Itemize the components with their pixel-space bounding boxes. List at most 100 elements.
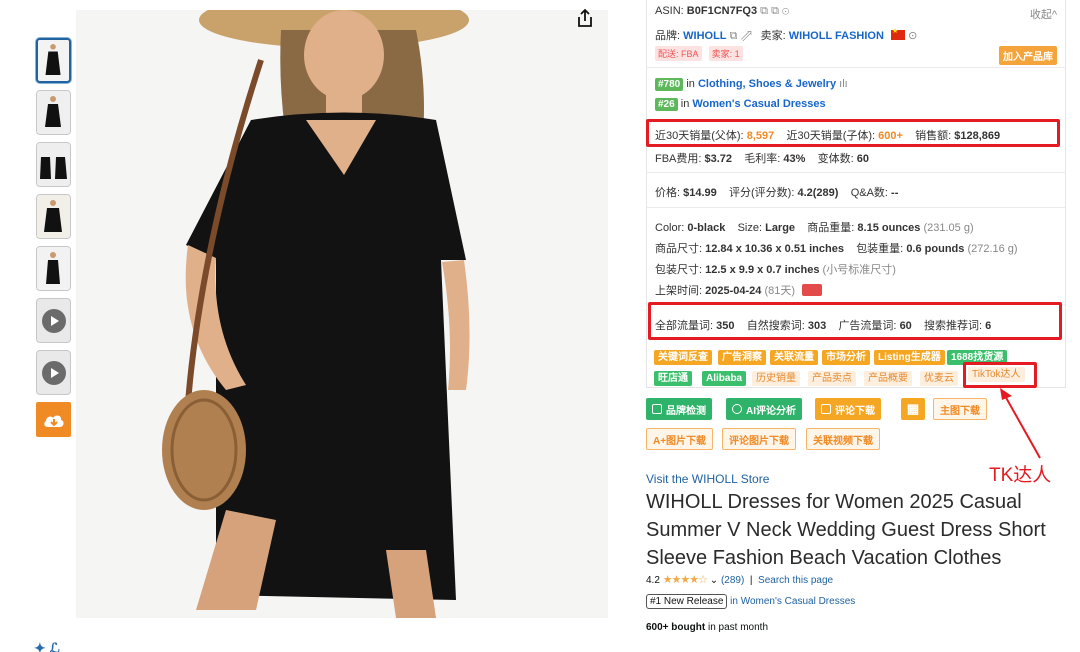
thumbnail-3[interactable] [36,142,71,187]
video-thumbnail-1[interactable] [36,298,71,343]
rating-divider: | [749,575,753,586]
new-release-row: #1 New Release in Women's Casual Dresses [646,594,855,609]
brand-row: 品牌: WIHOLL ⧉ ⇗ 卖家: WIHOLL FASHION ⊙ [655,27,917,43]
ad-insight-chip[interactable]: 广告洞察 [718,350,766,365]
asin-value[interactable]: B0F1CN7FQ3 [687,5,757,17]
play-icon [41,308,66,333]
rank-badge: #26 [655,98,678,111]
variant-row: Color: 0-black Size: Large 商品重量: 8.15 ou… [655,219,974,235]
review-image-download-button[interactable]: 评论图片下载 [722,428,796,450]
pkg-dims-value: 12.5 x 9.9 x 0.7 inches [705,264,820,276]
bottom-logo-fragment: ✦ ℒ [34,640,60,652]
rating-number: 4.2 [646,575,660,586]
size-label: Size: [737,222,763,234]
rank-badge: #780 [655,78,684,91]
main-image-download-button[interactable]: 主图下载 [933,398,987,420]
cloud-download-icon [43,415,64,427]
star-rating-icon[interactable]: ★★★★☆ [663,574,708,586]
rating-count-link[interactable]: (289) [721,575,744,586]
alibaba-chip[interactable]: Alibaba [702,371,747,386]
bar-chart-icon[interactable]: ılı [839,78,848,90]
new-release-badge[interactable]: #1 New Release [646,594,728,609]
collapse-toggle[interactable]: 收起^ [1030,6,1057,22]
divider [647,207,1065,208]
calculator-icon: ▦ [906,401,920,416]
asin-label: ASIN: [655,5,684,17]
asin-row: ASIN: B0F1CN7FQ3 ⧉ ⧉ ⊙ [655,5,789,18]
share-icon[interactable] [576,8,594,28]
pkg-weight-label: 包装重量: [856,243,904,255]
color-value: 0-black [687,222,726,234]
qa-value: -- [891,187,899,199]
aplus-image-download-button[interactable]: A+图片下载 [646,428,714,450]
bought-info: 600+ bought in past month [646,622,768,633]
dims-label: 商品尺寸: [655,243,703,255]
main-product-image[interactable] [76,10,608,618]
related-video-download-button[interactable]: 关联视频下载 [806,428,880,450]
calculator-button[interactable]: ▦ [901,398,925,420]
price-label: 价格: [655,187,681,199]
bought-count: 600+ bought [646,622,706,633]
margin-label: 毛利率: [744,153,781,165]
brand-link[interactable]: WIHOLL [683,30,726,42]
margin-value: 43% [783,153,806,165]
listed-row: 上架时间: 2025-04-24 (81天) [655,282,823,298]
product-overview-chip[interactable]: 产品概要 [864,371,912,386]
related-traffic-chip[interactable]: 关联流量 [770,350,818,365]
new-badge-icon [802,284,823,296]
search-this-page-link[interactable]: Search this page [758,575,833,586]
pkg-weight-grams: (272.16 g) [967,243,1018,255]
brand-check-button[interactable]: 品牌检测 [646,398,712,420]
tags-row: 配送: FBA 卖家: 1 [655,46,747,61]
thumbnail-1[interactable] [36,38,71,83]
thumbnail-4[interactable] [36,194,71,239]
annotation-arrow [1000,388,1041,459]
listed-label: 上架时间: [655,285,703,297]
thumbnail-2[interactable] [36,90,71,135]
dims-value: 12.84 x 10.36 x 0.51 inches [705,243,844,255]
ai-review-button[interactable]: AI评论分析 [726,398,802,420]
variants-label: 变体数: [817,153,854,165]
pkg-dims-label: 包装尺寸: [655,264,703,276]
wangdiantong-chip[interactable]: 旺店通 [654,371,692,386]
seller-link[interactable]: WIHOLL FASHION [789,30,884,42]
tiktok-highlight-box [963,362,1037,388]
thumbnail-5[interactable] [36,246,71,291]
tk-influencer-annotation: TK达人 [989,465,1052,486]
listing-generator-chip[interactable]: Listing生成器 [874,350,945,365]
seller-count-tag: 卖家: 1 [708,46,743,61]
new-release-category-link[interactable]: in Women's Casual Dresses [730,596,855,607]
chevron-down-icon[interactable]: ⌄ [710,575,718,586]
brand-label: 品牌: [655,30,681,42]
fba-tag: 配送: FBA [655,46,702,61]
size-value: Large [765,222,796,234]
variants-value: 60 [856,153,870,165]
copy-icon[interactable]: ⧉ ⇗ [730,30,755,42]
download-images-button[interactable] [36,402,71,437]
product-points-chip[interactable]: 产品卖点 [808,371,856,386]
play-icon [41,360,66,385]
video-thumbnail-2[interactable] [36,350,71,395]
review-download-label: 评论下载 [835,405,875,417]
visit-store-link[interactable]: Visit the WIHOLL Store [646,472,769,486]
market-analysis-chip[interactable]: 市场分析 [822,350,870,365]
brand-check-label: 品牌检测 [666,405,706,417]
bought-period: in past month [707,622,769,633]
keyword-reverse-chip[interactable]: 关键词反查 [654,350,712,365]
rank-in-text: in [686,78,695,90]
history-sales-chip[interactable]: 历史销量 [752,371,800,386]
product-page: ✦ ℒ ASIN: B0F1CN7FQ3 ⧉ ⧉ ⊙ 收起^ 品牌: WIHOL… [0,0,1080,652]
youmaiyun-chip[interactable]: 优麦云 [920,371,958,386]
rank-category-link[interactable]: Women's Casual Dresses [692,98,825,110]
location-icon: ⊙ [908,30,918,42]
listed-value: 2025-04-24 [705,285,762,297]
rank-category-link[interactable]: Clothing, Shoes & Jewelry [698,78,836,90]
add-to-product-library-button[interactable]: 加入产品库 [999,46,1057,65]
review-download-button[interactable]: 评论下载 [815,398,881,420]
rating-label: 评分(评分数): [729,187,795,199]
seller-label: 卖家: [760,30,786,42]
pkg-dims-row: 包装尺寸: 12.5 x 9.9 x 0.7 inches (小号标准尺寸) [655,261,896,277]
rank-row-1: #780 in Clothing, Shoes & Jewelry ılı [655,78,848,91]
copy-icon[interactable]: ⧉ ⧉ ⊙ [760,5,789,17]
divider [647,67,1065,68]
